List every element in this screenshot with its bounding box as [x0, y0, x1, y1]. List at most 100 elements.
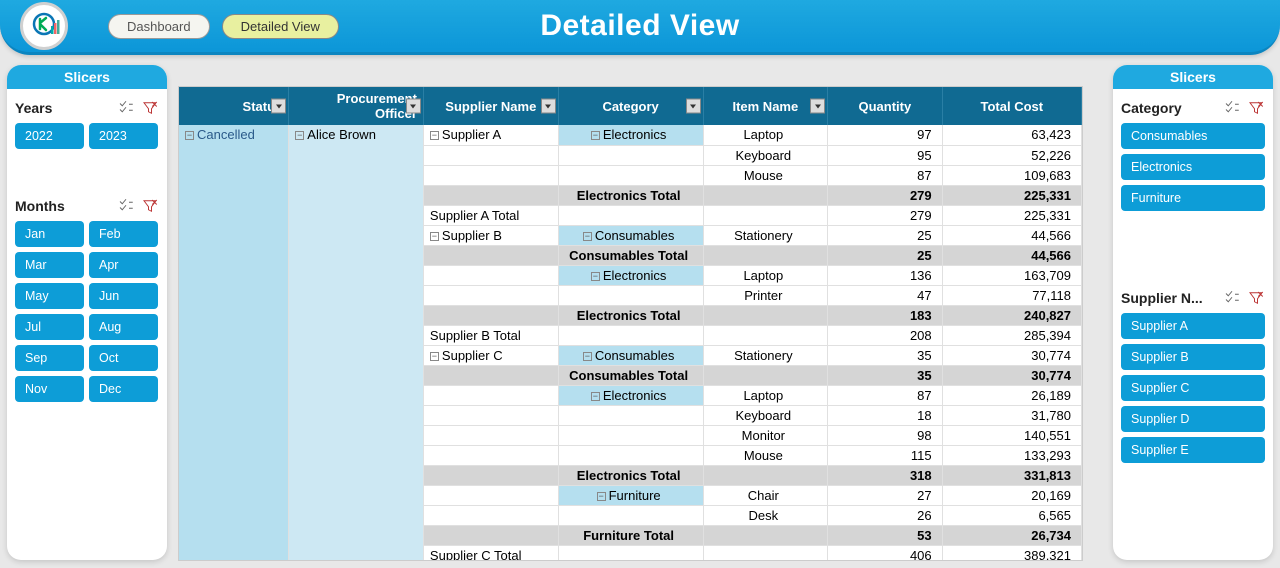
slicer-panel-title-right: Slicers	[1113, 65, 1273, 89]
filter-dropdown-icon[interactable]	[686, 99, 701, 114]
cost-cell: 31,780	[942, 405, 1081, 425]
collapse-icon[interactable]: −	[591, 131, 600, 140]
chip-month-jul[interactable]: Jul	[15, 314, 84, 340]
chip-month-oct[interactable]: Oct	[89, 345, 158, 371]
subtotal-label: Furniture Total	[558, 525, 703, 545]
item-cell: Mouse	[703, 445, 828, 465]
category-cell: −Electronics	[558, 265, 703, 285]
cost-cell: 109,683	[942, 165, 1081, 185]
hdr-supplier[interactable]: Supplier Name	[423, 87, 558, 125]
collapse-icon[interactable]: −	[430, 131, 439, 140]
collapse-icon[interactable]: −	[295, 131, 304, 140]
nav-dashboard[interactable]: Dashboard	[108, 14, 210, 39]
qty-cell: 97	[828, 125, 943, 145]
pivot-header-row: Status Procurement Officer Supplier Name…	[179, 87, 1082, 125]
filter-dropdown-icon[interactable]	[271, 99, 286, 114]
slicer-header-months: Months	[15, 197, 159, 215]
qty-cell: 279	[828, 185, 943, 205]
hdr-item[interactable]: Item Name	[703, 87, 828, 125]
category-cell: −Consumables	[558, 225, 703, 245]
chip-sup-d[interactable]: Supplier D	[1121, 406, 1265, 432]
collapse-icon[interactable]: −	[430, 232, 439, 241]
nav-detailed-view[interactable]: Detailed View	[222, 14, 339, 39]
supplier-cell	[423, 505, 558, 525]
clear-filter-icon[interactable]	[1247, 289, 1265, 307]
filter-dropdown-icon[interactable]	[406, 99, 421, 114]
clear-filter-icon[interactable]	[141, 197, 159, 215]
slicer-category-chips: Consumables Electronics Furniture	[1121, 123, 1265, 211]
chip-month-dec[interactable]: Dec	[89, 376, 158, 402]
category-cell: −Consumables	[558, 345, 703, 365]
category-cell	[558, 285, 703, 305]
clear-filter-icon[interactable]	[141, 99, 159, 117]
category-cell: −Electronics	[558, 385, 703, 405]
qty-cell: 183	[828, 305, 943, 325]
chip-month-apr[interactable]: Apr	[89, 252, 158, 278]
supplier-cell	[423, 485, 558, 505]
supplier-cell: −Supplier B	[423, 225, 558, 245]
item-cell: Mouse	[703, 165, 828, 185]
item-cell: Desk	[703, 505, 828, 525]
chip-month-may[interactable]: May	[15, 283, 84, 309]
chip-cat-consumables[interactable]: Consumables	[1121, 123, 1265, 149]
slicer-months-chips: Jan Feb Mar Apr May Jun Jul Aug Sep Oct …	[15, 221, 159, 402]
pivot-table[interactable]: Status Procurement Officer Supplier Name…	[178, 86, 1083, 561]
collapse-icon[interactable]: −	[591, 392, 600, 401]
cost-cell: 6,565	[942, 505, 1081, 525]
filter-dropdown-icon[interactable]	[541, 99, 556, 114]
clear-filter-icon[interactable]	[1247, 99, 1265, 117]
chip-sup-e[interactable]: Supplier E	[1121, 437, 1265, 463]
page-title: Detailed View	[540, 9, 739, 43]
multiselect-icon[interactable]	[117, 197, 135, 215]
cost-cell: 240,827	[942, 305, 1081, 325]
filter-dropdown-icon[interactable]	[810, 99, 825, 114]
chip-sup-b[interactable]: Supplier B	[1121, 344, 1265, 370]
chip-sup-c[interactable]: Supplier C	[1121, 375, 1265, 401]
hdr-category[interactable]: Category	[558, 87, 703, 125]
hdr-qty[interactable]: Quantity	[828, 87, 943, 125]
collapse-icon[interactable]: −	[591, 272, 600, 281]
slicer-header-supplier: Supplier N...	[1121, 289, 1265, 307]
supplier-cell	[423, 145, 558, 165]
collapse-icon[interactable]: −	[430, 352, 439, 361]
hdr-officer[interactable]: Procurement Officer	[289, 87, 424, 125]
chip-month-mar[interactable]: Mar	[15, 252, 84, 278]
chip-month-feb[interactable]: Feb	[89, 221, 158, 247]
cost-cell: 26,189	[942, 385, 1081, 405]
chip-cat-electronics[interactable]: Electronics	[1121, 154, 1265, 180]
cost-cell: 20,169	[942, 485, 1081, 505]
supplier-cell: −Supplier C	[423, 345, 558, 365]
qty-cell: 27	[828, 485, 943, 505]
qty-cell: 53	[828, 525, 943, 545]
chip-month-jun[interactable]: Jun	[89, 283, 158, 309]
chip-month-jan[interactable]: Jan	[15, 221, 84, 247]
item-cell: Laptop	[703, 125, 828, 145]
chip-month-aug[interactable]: Aug	[89, 314, 158, 340]
multiselect-icon[interactable]	[1223, 289, 1241, 307]
cost-cell: 44,566	[942, 245, 1081, 265]
logo	[20, 2, 68, 50]
collapse-icon[interactable]: −	[597, 492, 606, 501]
hdr-cost[interactable]: Total Cost	[942, 87, 1081, 125]
supplier-cell: −Supplier A	[423, 125, 558, 145]
chip-month-nov[interactable]: Nov	[15, 376, 84, 402]
multiselect-icon[interactable]	[1223, 99, 1241, 117]
collapse-icon[interactable]: −	[583, 352, 592, 361]
subtotal-label: Electronics Total	[558, 465, 703, 485]
chip-month-sep[interactable]: Sep	[15, 345, 84, 371]
chip-year-2022[interactable]: 2022	[15, 123, 84, 149]
table-row: −Cancelled−Alice Brown−Supplier A−Electr…	[179, 125, 1082, 145]
cost-cell: 44,566	[942, 225, 1081, 245]
collapse-icon[interactable]: −	[185, 131, 194, 140]
supplier-cell	[423, 425, 558, 445]
qty-cell: 26	[828, 505, 943, 525]
collapse-icon[interactable]: −	[583, 232, 592, 241]
multiselect-icon[interactable]	[117, 99, 135, 117]
chip-cat-furniture[interactable]: Furniture	[1121, 185, 1265, 211]
supplier-cell	[423, 165, 558, 185]
cost-cell: 52,226	[942, 145, 1081, 165]
chip-year-2023[interactable]: 2023	[89, 123, 158, 149]
supplier-cell	[423, 265, 558, 285]
chip-sup-a[interactable]: Supplier A	[1121, 313, 1265, 339]
hdr-status[interactable]: Status	[179, 87, 289, 125]
